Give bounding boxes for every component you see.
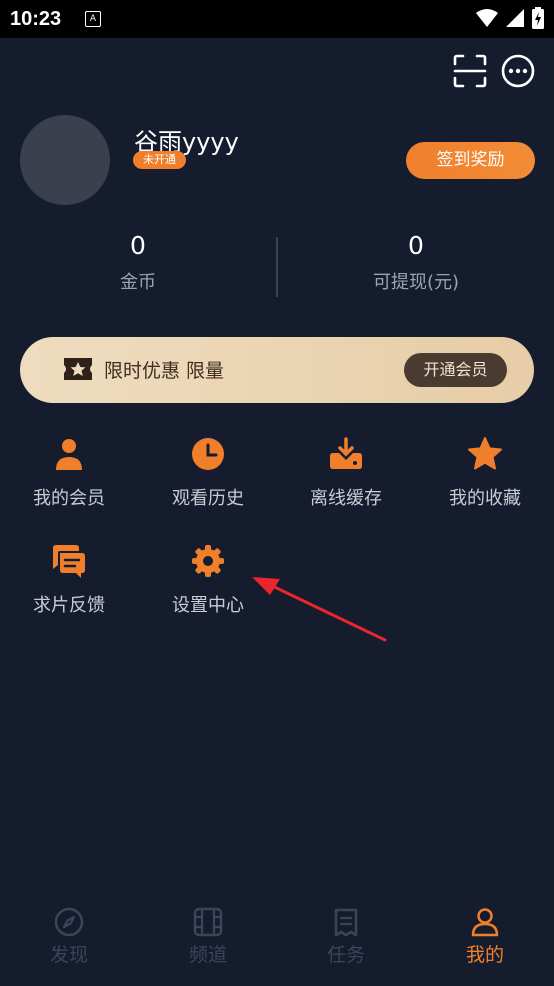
battery-icon <box>532 7 544 29</box>
tab-discover[interactable]: 发现 <box>19 907 119 967</box>
menu-label: 我的收藏 <box>449 488 521 509</box>
film-icon <box>193 907 223 937</box>
person-icon <box>471 908 499 937</box>
open-vip-button[interactable]: 开通会员 <box>404 353 507 387</box>
menu-label: 离线缓存 <box>310 488 382 509</box>
tab-tasks[interactable]: 任务 <box>296 907 396 967</box>
vip-promo-banner[interactable]: 限时优惠 限量 开通会员 <box>20 337 534 403</box>
star-icon <box>468 437 502 470</box>
download-icon <box>330 437 362 469</box>
status-time: 10:23 <box>10 8 62 30</box>
tab-label: 我的 <box>465 944 504 966</box>
menu-label: 观看历史 <box>172 488 244 509</box>
menu-label: 求片反馈 <box>33 595 105 616</box>
tab-label: 发现 <box>49 944 88 966</box>
chat-icon <box>53 545 85 578</box>
wifi-icon <box>476 9 498 27</box>
menu-item-offline-cache[interactable]: 离线缓存 <box>286 436 406 510</box>
tab-label: 任务 <box>326 944 365 966</box>
withdrawable-value: 0 <box>408 231 424 260</box>
clock-icon <box>192 438 224 470</box>
stats-divider <box>276 237 278 297</box>
menu-item-my-vip[interactable]: 我的会员 <box>9 436 129 510</box>
vip-status-badge: 未开通 <box>133 151 186 169</box>
promo-text: 限时优惠 限量 <box>104 360 225 382</box>
tab-channels[interactable]: 频道 <box>158 907 258 967</box>
more-icon[interactable] <box>500 53 536 89</box>
coins-value: 0 <box>130 231 146 260</box>
a-notification-icon: A <box>85 11 101 27</box>
user-icon <box>56 439 82 470</box>
annotation-arrow <box>252 577 387 642</box>
tab-label: 频道 <box>188 944 227 966</box>
coins-label: 金币 <box>120 272 156 293</box>
stat-withdrawable[interactable]: 0 可提现(元) <box>316 230 516 294</box>
withdrawable-label: 可提现(元) <box>372 272 460 293</box>
menu-label: 我的会员 <box>33 488 105 509</box>
stat-coins[interactable]: 0 金币 <box>38 230 238 294</box>
status-bar: 10:23 A <box>0 0 554 38</box>
menu-item-request-feedback[interactable]: 求片反馈 <box>9 543 129 617</box>
scan-icon[interactable] <box>452 53 488 89</box>
task-icon <box>334 908 358 937</box>
signal-icon <box>506 9 524 27</box>
tab-mine[interactable]: 我的 <box>435 907 535 967</box>
bottom-tab-bar: 发现 频道 任务 我的 <box>0 895 554 986</box>
status-icons <box>476 7 544 29</box>
avatar[interactable] <box>20 115 110 205</box>
gear-icon <box>192 545 224 577</box>
compass-icon <box>54 907 84 937</box>
menu-item-watch-history[interactable]: 观看历史 <box>148 436 268 510</box>
ticket-star-icon <box>64 358 92 380</box>
signin-reward-button[interactable]: 签到奖励 <box>406 142 535 179</box>
menu-item-my-favorites[interactable]: 我的收藏 <box>425 436 545 510</box>
